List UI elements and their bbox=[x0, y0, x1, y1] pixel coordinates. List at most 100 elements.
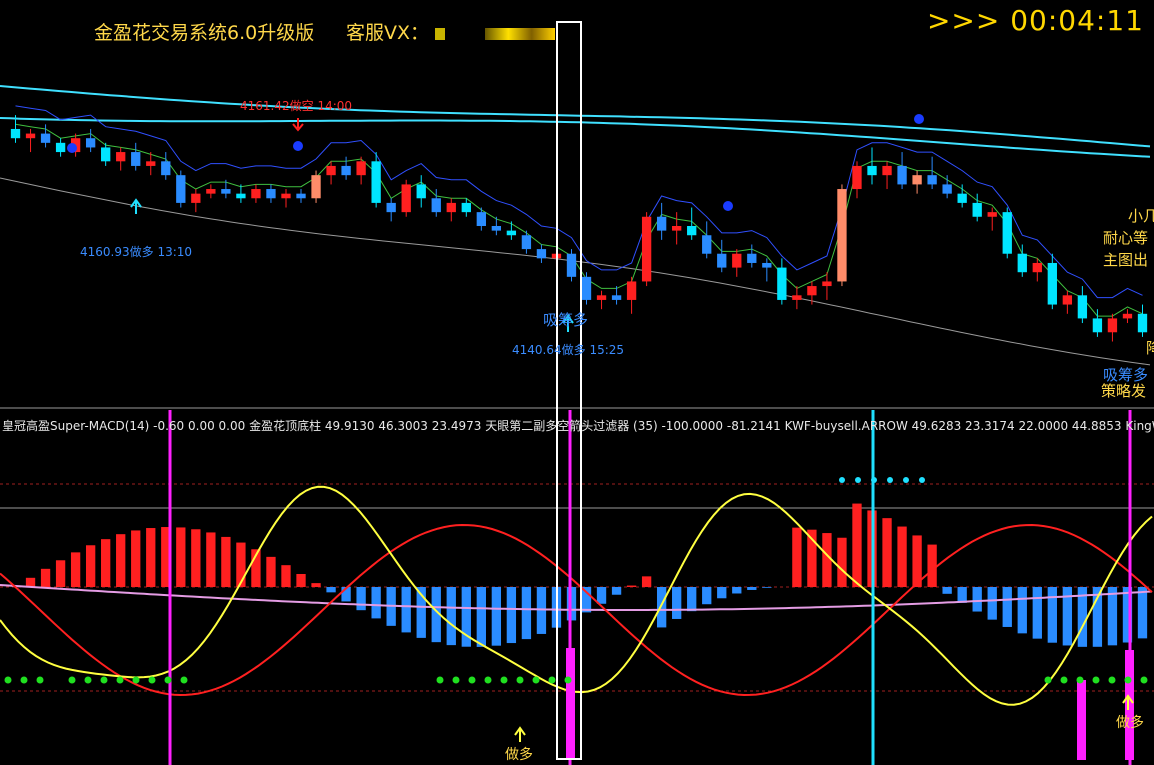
cyan-dot bbox=[903, 477, 909, 483]
histogram-bar bbox=[732, 587, 742, 594]
histogram-bar bbox=[837, 537, 847, 587]
green-dot bbox=[532, 676, 540, 684]
candle-body bbox=[40, 133, 51, 143]
candle-body bbox=[116, 152, 126, 162]
candle-body bbox=[55, 142, 66, 153]
candle-body bbox=[732, 253, 742, 268]
green-dot bbox=[68, 676, 76, 684]
histogram-bar bbox=[927, 544, 937, 587]
candle-body bbox=[416, 184, 426, 199]
candle-body bbox=[822, 281, 832, 287]
clock-arrows: >>> bbox=[926, 4, 1001, 37]
buy-signal-label-1: 4160.93做多 13:10 bbox=[80, 245, 193, 259]
histogram-bar bbox=[942, 587, 952, 594]
candle-body bbox=[702, 235, 712, 254]
histogram-bar bbox=[116, 534, 126, 587]
green-dot bbox=[484, 676, 492, 684]
histogram-bar bbox=[221, 536, 231, 587]
candle-body bbox=[521, 235, 532, 250]
histogram-bar bbox=[897, 526, 907, 587]
green-dot bbox=[36, 676, 44, 684]
histogram-bar bbox=[131, 530, 141, 587]
candle-body bbox=[206, 189, 216, 194]
histogram-bar bbox=[146, 528, 156, 587]
green-dot bbox=[548, 676, 556, 684]
candle-body bbox=[596, 295, 607, 300]
histogram-bar bbox=[747, 587, 757, 590]
green-dot bbox=[1092, 676, 1100, 684]
contact-redacted-2 bbox=[485, 27, 556, 40]
histogram-bar bbox=[1047, 587, 1057, 643]
signal-dot bbox=[723, 201, 733, 211]
green-dot bbox=[132, 676, 140, 684]
signal-dot bbox=[914, 114, 924, 124]
histogram-bar bbox=[822, 533, 832, 587]
candle-body bbox=[131, 152, 141, 166]
candle-body bbox=[837, 189, 847, 282]
candle-body bbox=[446, 202, 456, 213]
cyan-dot bbox=[855, 477, 861, 483]
candle-body bbox=[191, 193, 201, 203]
candle-body bbox=[777, 267, 787, 300]
contact-redacted-1 bbox=[435, 27, 446, 40]
histogram-bar bbox=[882, 518, 892, 587]
trading-chart[interactable] bbox=[0, 0, 1154, 765]
candle-body bbox=[146, 161, 156, 166]
candle-body bbox=[221, 189, 231, 194]
bottom-buy-label-2: 做多 bbox=[1116, 715, 1144, 731]
candle-body bbox=[431, 198, 441, 213]
cyan-dot bbox=[839, 477, 845, 483]
histogram-bar bbox=[792, 527, 802, 587]
cyan-dot bbox=[887, 477, 893, 483]
right-annot-5: 策略发 bbox=[1101, 382, 1147, 400]
histogram-bar bbox=[521, 587, 532, 640]
histogram-bar bbox=[1002, 587, 1012, 627]
histogram-bar bbox=[356, 587, 366, 611]
histogram-bar bbox=[266, 556, 276, 587]
green-dot bbox=[468, 676, 476, 684]
histogram-bar bbox=[1107, 587, 1118, 646]
candle-body bbox=[356, 161, 366, 176]
candle-body bbox=[687, 226, 697, 236]
candle-body bbox=[942, 184, 952, 194]
histogram-bar bbox=[296, 573, 306, 587]
candle-body bbox=[1047, 262, 1057, 305]
cyan-dot bbox=[871, 477, 877, 483]
indicator-status-bar: 皇冠高盈Super-MACD(14) -0.60 0.00 0.00 金盈花顶底… bbox=[2, 419, 1154, 433]
histogram-bar bbox=[85, 545, 96, 587]
sell-arrow bbox=[292, 118, 304, 132]
candle-body bbox=[311, 175, 321, 199]
candle-body bbox=[927, 175, 937, 185]
green-dot bbox=[84, 676, 92, 684]
green-dot bbox=[1076, 676, 1084, 684]
green-dot bbox=[564, 676, 572, 684]
histogram-bar bbox=[70, 552, 81, 587]
green-ma-line bbox=[15, 123, 1143, 317]
candle-body bbox=[236, 193, 246, 199]
histogram-bar bbox=[371, 587, 381, 619]
candle-body bbox=[1062, 295, 1073, 305]
candle-body bbox=[807, 286, 817, 296]
histogram-bar bbox=[506, 587, 517, 644]
candle-body bbox=[1137, 313, 1148, 333]
clock-time: 00:04:11 bbox=[1010, 4, 1144, 37]
contact-label: 客服VX： bbox=[346, 18, 556, 45]
countdown-clock: >>> 00:04:11 bbox=[927, 4, 1144, 37]
candle-body bbox=[957, 193, 967, 203]
candle-body bbox=[1077, 295, 1088, 319]
green-dot bbox=[1140, 676, 1148, 684]
candle-body bbox=[867, 165, 877, 176]
histogram-bar bbox=[852, 503, 862, 587]
histogram-bar bbox=[206, 532, 216, 587]
middle-band bbox=[0, 117, 1151, 158]
histogram-bar bbox=[476, 587, 486, 647]
histogram-bar bbox=[55, 560, 66, 587]
histogram-bar bbox=[1032, 587, 1042, 639]
histogram-bar bbox=[626, 585, 637, 587]
histogram-bar bbox=[446, 587, 456, 646]
candle-body bbox=[882, 165, 892, 176]
candle-body bbox=[176, 175, 186, 203]
histogram-bar bbox=[581, 587, 592, 613]
candle-body bbox=[1122, 313, 1133, 319]
green-dot bbox=[500, 676, 508, 684]
